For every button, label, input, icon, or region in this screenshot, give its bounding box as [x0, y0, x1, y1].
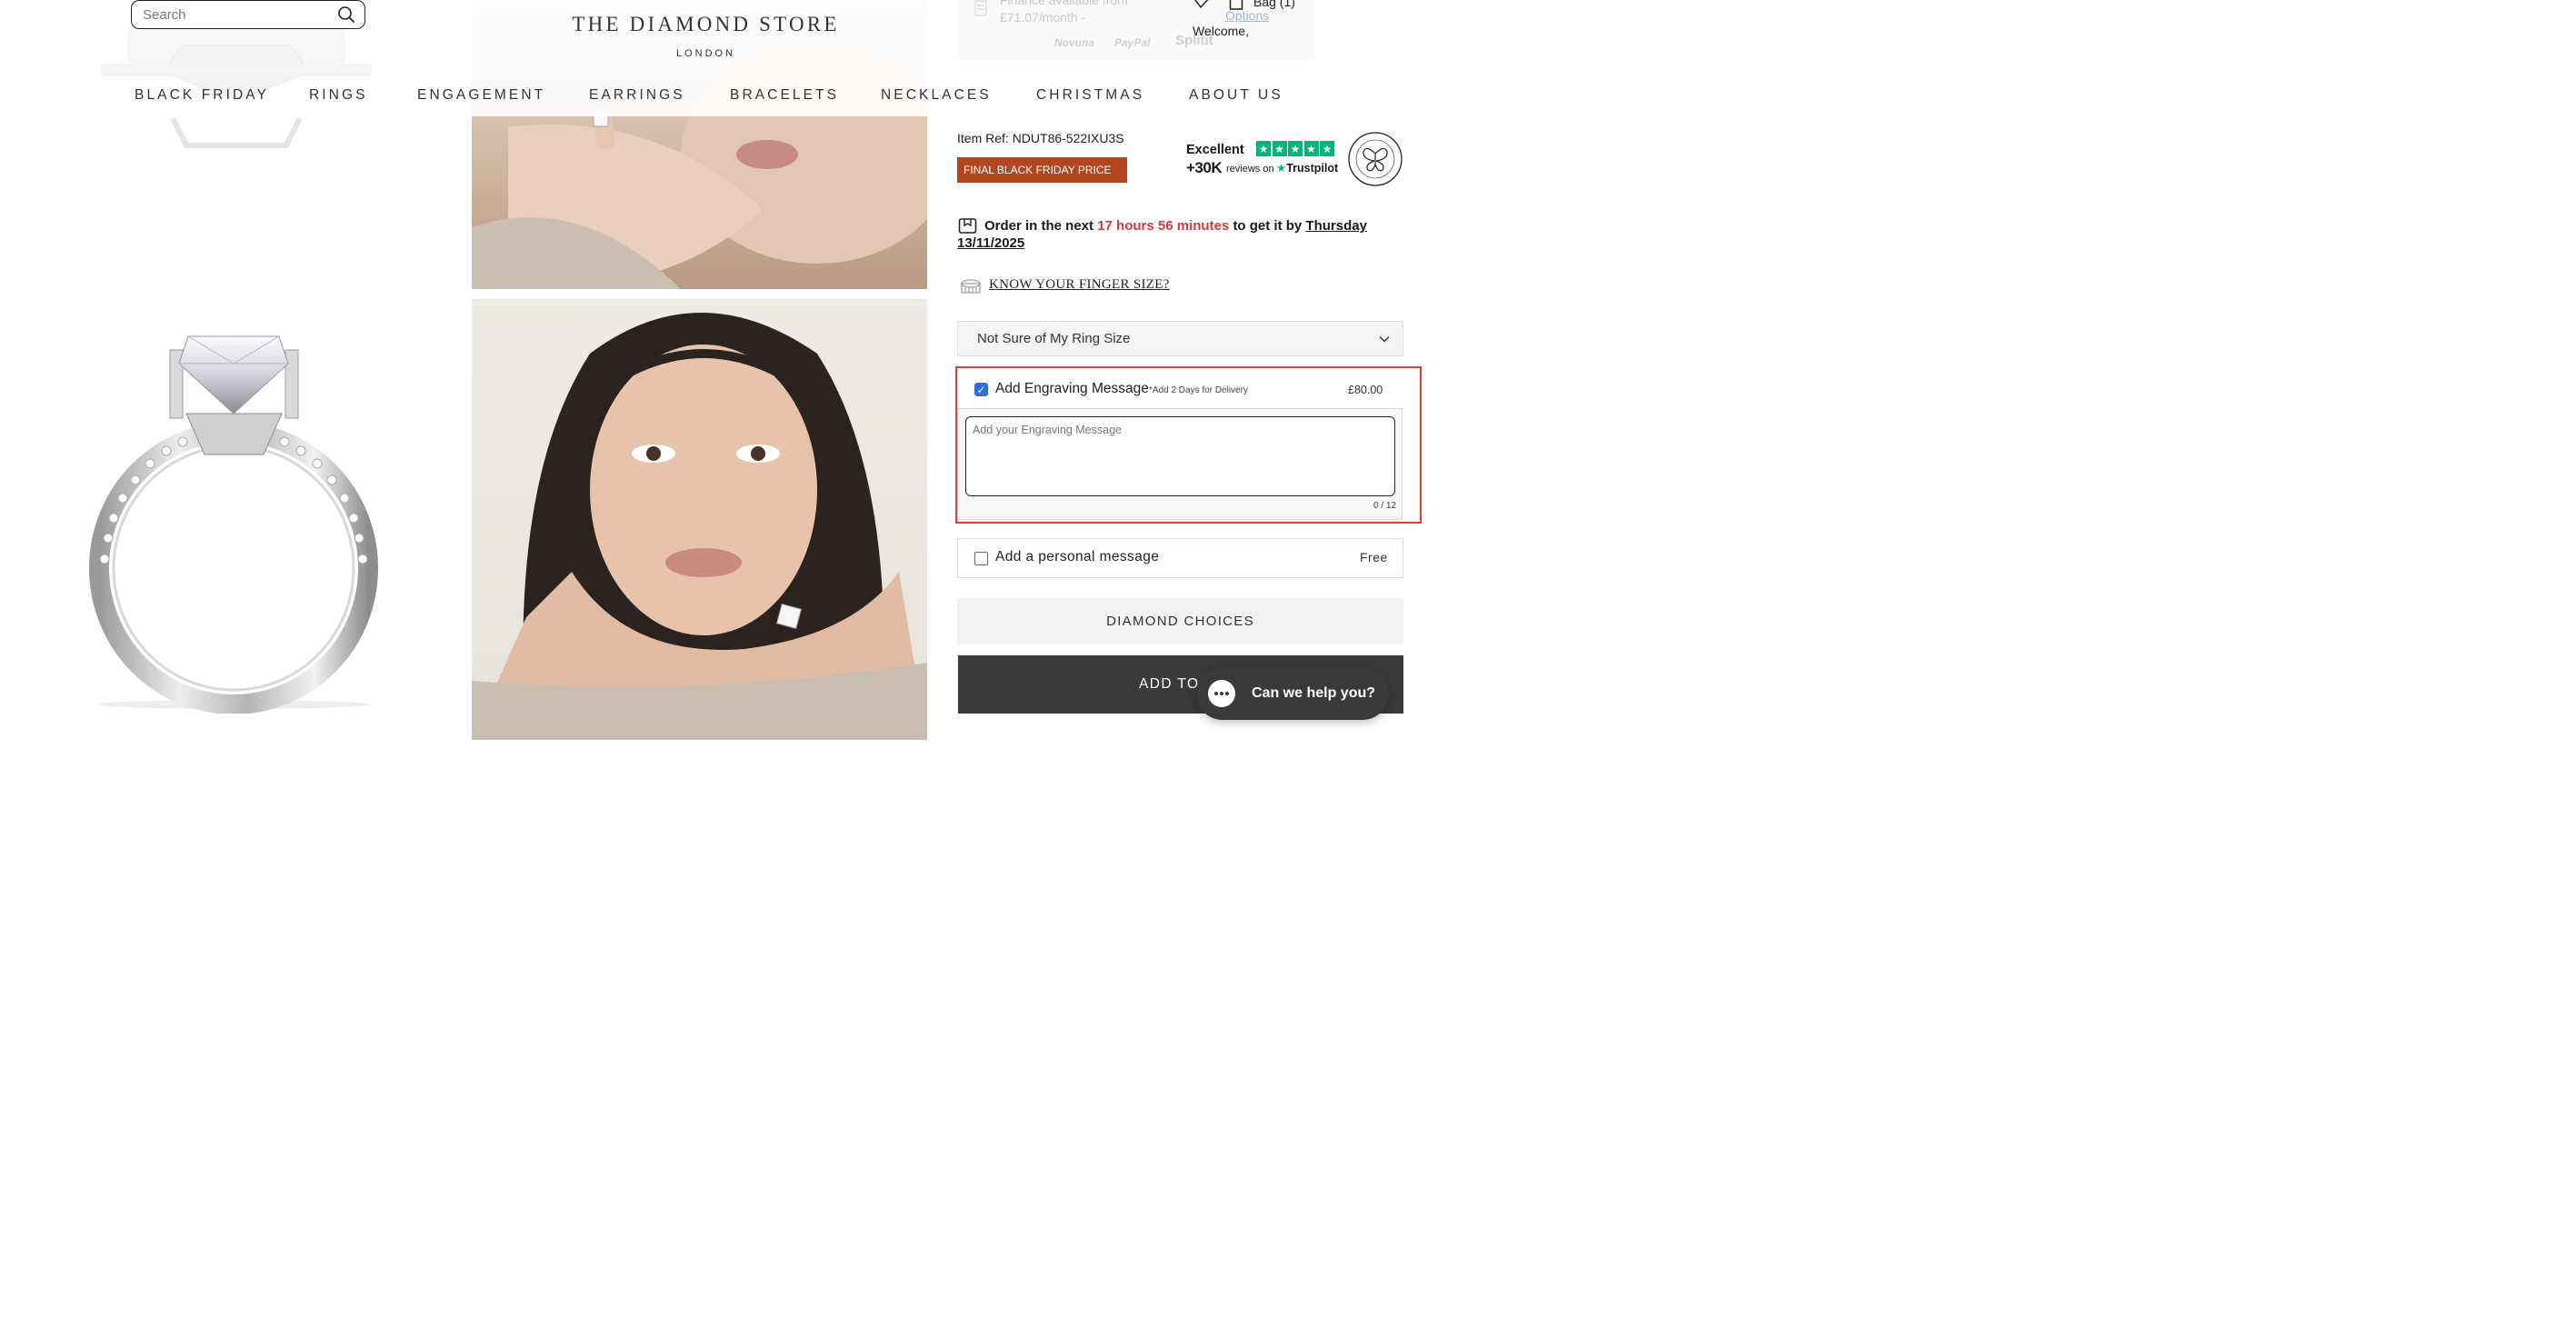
nav-item-rings[interactable]: RINGS — [309, 87, 368, 104]
ring-sizer-icon — [961, 279, 981, 294]
chat-widget-button[interactable]: Can we help you? — [1196, 667, 1389, 720]
trustpilot-star-icon: ★ — [1288, 141, 1303, 156]
finance-line-1: Finance available from — [1000, 0, 1128, 7]
trustpilot-star-icon: ★ — [1303, 141, 1319, 156]
calculator-icon — [974, 0, 987, 16]
personal-message-price: Free — [1360, 550, 1388, 564]
delivery-countdown: 17 hours 56 minutes — [1097, 218, 1230, 234]
finger-size-link[interactable]: KNOW YOUR FINGER SIZE? — [989, 277, 1170, 293]
trustpilot-review-count: +30K — [1186, 159, 1223, 176]
trustpilot-reviews-text: reviews on — [1226, 164, 1274, 175]
highlight-outline — [955, 366, 1422, 524]
personal-message-label[interactable]: Add a personal message — [995, 549, 1159, 565]
nav-item-necklaces[interactable]: NECKLACES — [881, 87, 992, 104]
search-icon[interactable] — [337, 5, 355, 24]
wishlist-heart-icon[interactable] — [1191, 0, 1213, 9]
welcome-text: Welcome, — [1193, 24, 1249, 38]
delivery-middle: to get it by — [1233, 218, 1303, 234]
nav-item-christmas[interactable]: CHRISTMAS — [1036, 87, 1144, 104]
trustpilot-star-icon: ★ — [1320, 141, 1334, 156]
nav-item-bracelets[interactable]: BRACELETS — [730, 87, 839, 104]
bag-link[interactable]: Bag (1) — [1253, 0, 1295, 9]
novuna-logo: Novuna — [1054, 36, 1095, 49]
ring-main-image[interactable] — [86, 327, 382, 714]
ring-size-selected: Not Sure of My Ring Size — [977, 331, 1131, 346]
nav-item-engagement[interactable]: ENGAGEMENT — [417, 87, 545, 104]
nav-item-black-friday[interactable]: BLACK FRIDAY — [135, 87, 269, 104]
item-ref-value: NDUT86-522IXU3S — [1012, 131, 1124, 145]
search-input[interactable] — [141, 5, 326, 24]
ring-size-select[interactable]: Not Sure of My Ring Size — [957, 321, 1403, 356]
trustpilot-logo[interactable]: ★Trustpilot — [1276, 161, 1338, 175]
nav-item-about-us[interactable]: ABOUT US — [1189, 87, 1283, 104]
delivery-prefix: Order in the next — [984, 218, 1094, 234]
black-friday-badge: FINAL BLACK FRIDAY PRICE — [957, 157, 1127, 183]
bag-icon[interactable] — [1229, 0, 1243, 11]
finance-line-2: £71.07/month - — [1000, 10, 1086, 25]
chevron-down-icon — [1379, 335, 1390, 342]
delivery-estimate: Order in the next 17 hours 56 minutes to… — [957, 217, 1384, 252]
search-bar[interactable] — [131, 0, 365, 29]
trustpilot-stars: ★ ★ ★ ★ ★ — [1256, 141, 1334, 156]
item-ref-label: Item Ref: — [957, 131, 1009, 145]
brand-logo-name[interactable]: THE DIAMOND STORE — [472, 13, 940, 36]
chat-bubble-icon — [1208, 680, 1235, 707]
butterfly-mark-certified-badge — [1348, 132, 1403, 186]
trustpilot-star-icon: ★ — [1256, 141, 1271, 156]
chat-widget-label: Can we help you? — [1252, 685, 1376, 701]
ring-thumbnail-image[interactable] — [100, 18, 373, 150]
brand-logo-city: LONDON — [675, 48, 736, 59]
personal-message-checkbox[interactable] — [974, 552, 988, 565]
model-photo-portrait[interactable] — [472, 299, 927, 740]
trustpilot-star-icon: ★ — [1272, 141, 1287, 156]
paypal-logo: PayPal — [1114, 36, 1151, 49]
item-ref: Item Ref: NDUT86-522IXU3S — [957, 131, 1124, 145]
trustpilot-rating-word: Excellent — [1186, 143, 1244, 157]
trustpilot-brand: Trustpilot — [1286, 162, 1339, 175]
trustpilot-star-logo-icon: ★ — [1276, 162, 1287, 175]
diamond-choices-button[interactable]: DIAMOND CHOICES — [957, 598, 1403, 644]
nav-item-earrings[interactable]: EARRINGS — [589, 87, 685, 104]
